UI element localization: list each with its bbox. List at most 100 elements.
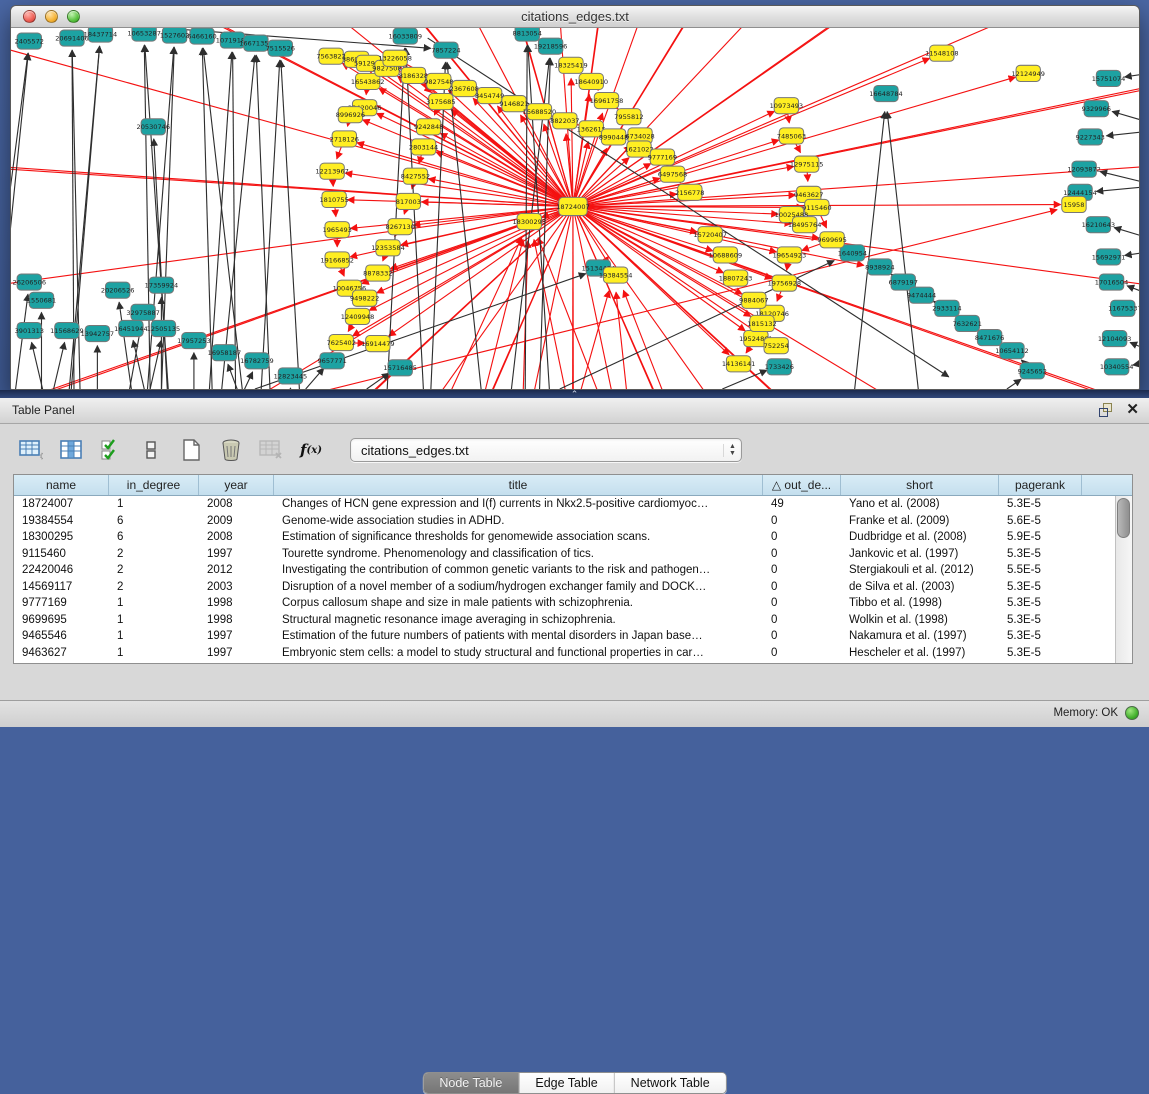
tab-network-table[interactable]: Network Table xyxy=(615,1073,726,1093)
graph-node[interactable]: 9474444 xyxy=(907,287,936,303)
column-chooser-icon[interactable] xyxy=(58,437,84,463)
graph-node[interactable]: 26206506 xyxy=(13,274,47,290)
table-row[interactable]: 977716911998Corpus callosum shape and si… xyxy=(14,595,1132,612)
graph-node[interactable]: 16914479 xyxy=(361,336,395,352)
select-columns-icon[interactable] xyxy=(98,437,124,463)
graph-node[interactable]: 11568629 xyxy=(50,322,84,338)
graph-node[interactable]: 16451944 xyxy=(114,320,148,336)
graph-node[interactable]: 16958187 xyxy=(208,345,242,361)
graph-node[interactable]: 15958 xyxy=(1062,196,1086,212)
graph-node[interactable]: 18640910 xyxy=(574,73,608,89)
graph-node[interactable]: 15716485 xyxy=(383,360,417,376)
graph-node[interactable]: 12093872 xyxy=(1067,161,1101,177)
graph-node[interactable]: 12505135 xyxy=(147,320,181,336)
graph-node[interactable]: 2156778 xyxy=(675,184,704,200)
column-header-short[interactable]: short xyxy=(841,475,999,495)
graph-node[interactable]: 16033809 xyxy=(389,28,423,44)
graph-node[interactable]: 20206526 xyxy=(101,282,135,298)
graph-node[interactable]: 12104093 xyxy=(1098,331,1132,347)
memory-status-indicator[interactable] xyxy=(1125,706,1139,720)
graph-node[interactable]: 17359924 xyxy=(145,277,179,293)
graph-node[interactable]: 15692971 xyxy=(1092,249,1126,265)
graph-node[interactable]: 19218596 xyxy=(534,38,568,54)
graph-node[interactable]: 9884067 xyxy=(739,292,768,308)
graph-node[interactable]: 8878332 xyxy=(363,265,392,281)
column-header-pagerank[interactable]: pagerank xyxy=(999,475,1082,495)
graph-node[interactable]: 817003 xyxy=(396,193,421,209)
graph-node[interactable]: 1733426 xyxy=(765,359,794,375)
graph-node[interactable]: 18300295 xyxy=(513,214,547,230)
graph-node[interactable]: 8471676 xyxy=(975,330,1004,346)
graph-node[interactable]: 17957253 xyxy=(177,333,211,349)
graph-node[interactable]: 12975115 xyxy=(790,156,824,172)
window-titlebar[interactable]: citations_edges.txt xyxy=(11,6,1139,28)
column-header-name[interactable]: name xyxy=(14,475,109,495)
graph-node[interactable]: 14136141 xyxy=(722,356,756,372)
graph-node[interactable]: 10340554 xyxy=(1100,359,1134,375)
graph-node[interactable]: 9498222 xyxy=(350,290,379,306)
table-scrollbar-thumb[interactable] xyxy=(1117,498,1130,538)
graph-node[interactable]: 12213967 xyxy=(315,163,349,179)
graph-node[interactable]: 9699695 xyxy=(817,232,846,248)
table-row[interactable]: 1456911722003Disruption of a novel membe… xyxy=(14,579,1132,596)
graph-node[interactable]: 3175685 xyxy=(426,94,455,110)
graph-node[interactable]: 12353584 xyxy=(371,240,405,256)
graph-node[interactable]: 1527602 xyxy=(160,28,189,43)
graph-node[interactable]: 9657771 xyxy=(317,353,346,369)
graph-node[interactable]: 18325419 xyxy=(554,57,588,73)
graph-node[interactable]: 7563822 xyxy=(316,48,345,64)
graph-node[interactable]: 18437714 xyxy=(84,28,118,42)
new-table-icon[interactable] xyxy=(178,437,204,463)
graph-node[interactable]: 19756928 xyxy=(768,275,802,291)
graph-node[interactable]: 8267130 xyxy=(386,219,415,235)
graph-node[interactable]: 9777169 xyxy=(648,149,677,165)
graph-node[interactable]: 10654112 xyxy=(995,343,1029,359)
graph-node[interactable]: 8427552 xyxy=(401,168,430,184)
table-row[interactable]: 911546021997Tourette syndrome. Phenomeno… xyxy=(14,546,1132,563)
tab-node-table[interactable]: Node Table xyxy=(423,1073,519,1093)
graph-node[interactable]: 16210643 xyxy=(1082,217,1116,233)
graph-node[interactable]: 1810755 xyxy=(319,191,348,207)
graph-node[interactable]: 6497568 xyxy=(658,166,687,182)
column-header-out_degree[interactable]: △ out_de... xyxy=(763,475,841,495)
graph-node[interactable]: 2718126 xyxy=(330,131,359,147)
graph-node[interactable]: 19654923 xyxy=(773,247,807,263)
graph-node[interactable]: 9329966 xyxy=(1082,101,1111,117)
table-row[interactable]: 2242004622012Investigating the contribut… xyxy=(14,562,1132,579)
graph-node[interactable]: 7632621 xyxy=(953,315,982,331)
graph-node[interactable]: 19384554 xyxy=(599,267,633,283)
column-header-in_degree[interactable]: in_degree xyxy=(109,475,199,495)
graph-node[interactable]: 8813054 xyxy=(513,28,542,41)
graph-node[interactable]: 16648784 xyxy=(869,85,903,101)
tab-edge-table[interactable]: Edge Table xyxy=(519,1073,614,1093)
graph-node[interactable]: 12823445 xyxy=(274,368,308,384)
graph-node[interactable]: 7485063 xyxy=(777,128,806,144)
table-row[interactable]: 946362711997Embryonic stem cells: a mode… xyxy=(14,645,1132,662)
delete-rows-icon[interactable] xyxy=(218,437,244,463)
table-row[interactable]: 1872400712008Changes of HCN gene express… xyxy=(14,496,1132,513)
graph-node[interactable]: 18495764 xyxy=(788,217,822,233)
graph-node[interactable]: 1167533 xyxy=(1108,300,1137,316)
graph-node[interactable]: 15720407 xyxy=(693,227,727,243)
graph-node[interactable]: 8996926 xyxy=(336,107,365,123)
delete-table-icon[interactable] xyxy=(258,437,284,463)
table-settings-icon[interactable]: ⚙ xyxy=(18,437,44,463)
graph-node[interactable]: 7857224 xyxy=(431,42,460,58)
graph-node[interactable]: 9227343 xyxy=(1076,129,1105,145)
float-panel-icon[interactable] xyxy=(1098,402,1114,418)
table-selector-dropdown[interactable]: citations_edges.txt ▲▼ xyxy=(350,438,742,462)
graph-node[interactable]: 6466160 xyxy=(187,28,216,44)
table-row[interactable]: 1830029562008Estimation of significance … xyxy=(14,529,1132,546)
graph-node[interactable]: 16961758 xyxy=(590,93,624,109)
graph-node[interactable]: 10688609 xyxy=(709,247,743,263)
graph-node[interactable]: 16782759 xyxy=(240,353,274,369)
graph-node[interactable]: 8938924 xyxy=(865,259,894,275)
graph-node[interactable]: 13226058 xyxy=(378,50,412,66)
graph-node[interactable]: 7955812 xyxy=(614,109,643,125)
function-builder-icon[interactable]: f(x) xyxy=(298,437,324,463)
graph-node[interactable]: 2405572 xyxy=(15,33,44,49)
table-scrollbar[interactable] xyxy=(1115,496,1132,663)
graph-node[interactable]: 3901313 xyxy=(15,322,44,338)
table-row[interactable]: 1938455462009Genome-wide association stu… xyxy=(14,513,1132,530)
close-panel-icon[interactable]: ✕ xyxy=(1126,402,1139,418)
